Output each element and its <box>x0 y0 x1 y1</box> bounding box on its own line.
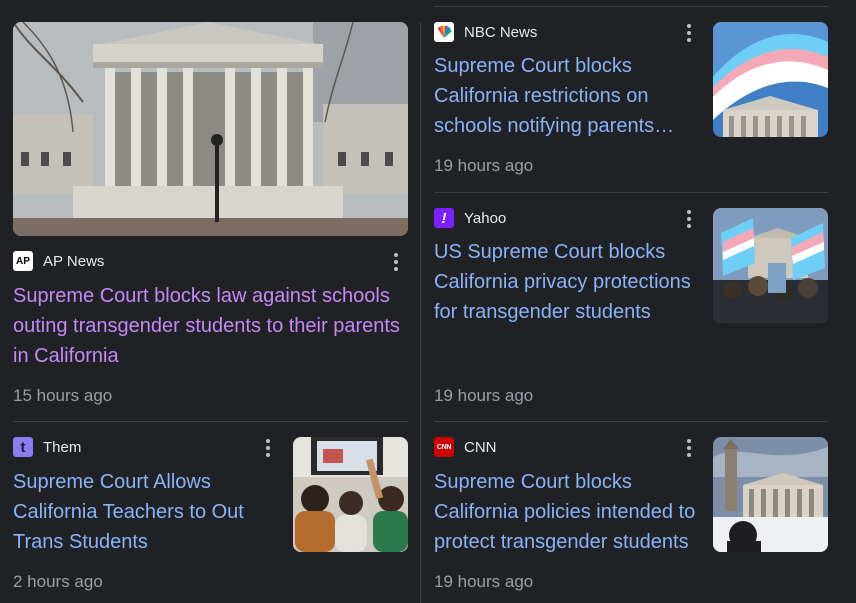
more-options-icon[interactable] <box>684 24 694 42</box>
source-name: Them <box>43 438 82 456</box>
them-logo-icon: t <box>13 437 33 457</box>
article-headline[interactable]: Supreme Court blocks California restrict… <box>434 51 696 141</box>
article-headline[interactable]: US Supreme Court blocks California priva… <box>434 237 696 327</box>
source-name: Yahoo <box>464 209 507 227</box>
source-row: t Them <box>13 437 81 457</box>
source-name: AP News <box>43 252 105 270</box>
protest-transgender-flags-photo[interactable] <box>713 208 828 323</box>
article-headline[interactable]: Supreme Court blocks California policies… <box>434 467 702 557</box>
article-time: 2 hours ago <box>13 572 103 591</box>
source-row: ! Yahoo <box>434 208 506 228</box>
more-options-icon[interactable] <box>391 253 401 271</box>
transgender-flag-supreme-court-photo[interactable] <box>713 22 828 137</box>
more-options-icon[interactable] <box>263 439 273 457</box>
row-divider <box>13 421 408 422</box>
supreme-court-building-photo[interactable] <box>13 22 408 236</box>
column-divider <box>420 22 421 603</box>
row-divider <box>434 192 828 193</box>
source-row: AP AP News <box>13 251 104 271</box>
source-row: CNN CNN <box>434 437 497 457</box>
article-headline[interactable]: Supreme Court Allows California Teachers… <box>13 467 278 557</box>
article-headline[interactable]: Supreme Court blocks law against schools… <box>13 281 408 371</box>
source-name: NBC News <box>464 23 538 41</box>
article-time: 19 hours ago <box>434 156 534 175</box>
source-row: NBC News <box>434 22 537 42</box>
ap-news-logo-icon: AP <box>13 251 33 271</box>
classroom-students-photo[interactable] <box>293 437 408 552</box>
article-time: 19 hours ago <box>434 386 534 405</box>
article-time: 19 hours ago <box>434 572 534 591</box>
article-time: 15 hours ago <box>13 386 113 405</box>
top-divider <box>434 6 828 7</box>
supreme-court-winter-photo[interactable] <box>713 437 828 552</box>
row-divider <box>434 421 828 422</box>
more-options-icon[interactable] <box>684 210 694 228</box>
more-options-icon[interactable] <box>684 439 694 457</box>
source-name: CNN <box>464 438 497 456</box>
nbc-peacock-logo-icon <box>434 22 454 42</box>
cnn-logo-icon: CNN <box>434 437 454 457</box>
yahoo-logo-icon: ! <box>434 208 454 228</box>
